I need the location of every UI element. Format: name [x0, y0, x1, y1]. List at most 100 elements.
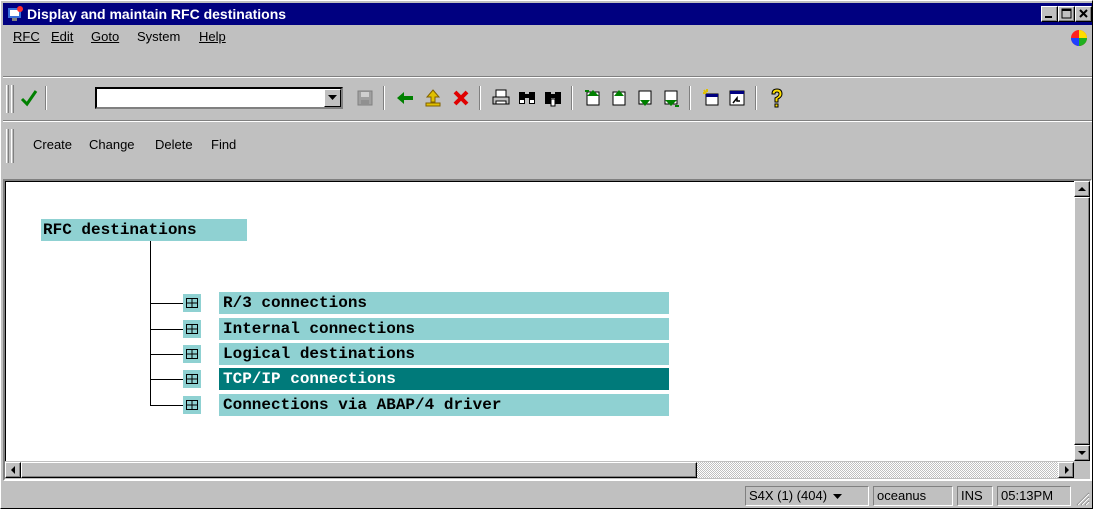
delete-button[interactable]: Delete: [155, 137, 193, 153]
tree-node-label: TCP/IP connections: [219, 368, 669, 390]
tree-connector-line: [150, 303, 183, 304]
cancel-icon: [453, 90, 469, 106]
command-field[interactable]: [95, 87, 343, 109]
change-button[interactable]: Change: [89, 137, 135, 153]
chevron-down-icon: [832, 494, 842, 499]
expand-plus-icon[interactable]: [183, 294, 201, 312]
maximize-button[interactable]: [1058, 6, 1075, 22]
resize-grip-icon[interactable]: [1076, 492, 1090, 506]
horizontal-scrollbar[interactable]: [5, 461, 1074, 479]
separator: [3, 76, 1092, 78]
system-info-text: S4X (1) (404): [749, 488, 828, 503]
enter-button[interactable]: [17, 86, 41, 110]
tree-node-internal-connections[interactable]: Internal connections: [183, 318, 669, 340]
create-session-icon: [703, 89, 719, 106]
vertical-scroll-thumb[interactable]: [1074, 197, 1090, 445]
system-info-field[interactable]: S4X (1) (404): [745, 486, 869, 506]
standard-toolbar: [3, 81, 1092, 117]
close-icon: [1079, 9, 1088, 18]
menu-edit[interactable]: Edit: [51, 29, 73, 45]
status-bar: S4X (1) (404) oceanus INS 05:13PM: [3, 484, 1092, 508]
enter-check-icon: [20, 90, 38, 107]
tree-node-label: R/3 connections: [219, 292, 669, 314]
exit-button[interactable]: [421, 86, 445, 110]
menu-edit-label: Edit: [51, 29, 74, 44]
time-field: 05:13PM: [997, 486, 1071, 506]
command-dropdown-button[interactable]: [324, 89, 341, 107]
previous-page-icon: [612, 90, 626, 106]
sap-window: Display and maintain RFC destinations RF…: [0, 0, 1093, 509]
create-button[interactable]: Create: [33, 137, 72, 153]
window-title: Display and maintain RFC destinations: [27, 6, 287, 22]
tree-root-node[interactable]: RFC destinations: [41, 219, 247, 241]
scroll-left-button[interactable]: [5, 462, 21, 478]
horizontal-scroll-thumb[interactable]: [21, 462, 697, 478]
print-button[interactable]: [489, 86, 513, 110]
toolbar-grip[interactable]: [6, 129, 9, 163]
tree-connector-line: [150, 405, 183, 406]
scroll-down-button[interactable]: [1074, 445, 1090, 461]
menu-goto[interactable]: Goto: [91, 29, 119, 45]
shortcut-button[interactable]: [725, 86, 749, 110]
find-button[interactable]: [515, 86, 539, 110]
arrow-up-icon: [1078, 186, 1086, 191]
application-toolbar: Create Change Delete Find: [3, 125, 1092, 165]
minimize-button[interactable]: [1041, 6, 1058, 22]
back-icon: [397, 92, 413, 104]
previous-page-button[interactable]: [607, 86, 631, 110]
tree-connector-line: [150, 379, 183, 380]
tree-connector-line: [150, 241, 151, 405]
menu-goto-label: Goto: [91, 29, 120, 44]
last-page-button[interactable]: [659, 86, 683, 110]
cancel-button[interactable]: [449, 86, 473, 110]
scroll-up-button[interactable]: [1074, 181, 1090, 197]
find-next-button[interactable]: [541, 86, 565, 110]
horizontal-scroll-track[interactable]: [697, 462, 1058, 478]
close-button[interactable]: [1075, 6, 1092, 22]
sap-status-logo-icon[interactable]: [1069, 28, 1089, 48]
command-input[interactable]: [97, 89, 321, 107]
find-next-icon: [545, 92, 561, 107]
chevron-down-icon: [328, 95, 337, 100]
insert-mode-field[interactable]: INS: [957, 486, 993, 506]
tree-node-logical-destinations[interactable]: Logical destinations: [183, 343, 669, 365]
title-bar[interactable]: Display and maintain RFC destinations: [3, 3, 1092, 25]
tree-node-tcpip-connections[interactable]: TCP/IP connections: [183, 368, 669, 390]
expand-plus-icon[interactable]: [183, 396, 201, 414]
save-button[interactable]: [353, 86, 377, 110]
menu-rfc[interactable]: RFC: [13, 29, 40, 45]
vertical-scrollbar[interactable]: [1074, 181, 1090, 461]
expand-plus-icon[interactable]: [183, 320, 201, 338]
first-page-button[interactable]: [581, 86, 605, 110]
menu-help-label: Help: [199, 29, 226, 44]
tree-node-abap4-driver-connections[interactable]: Connections via ABAP/4 driver: [183, 394, 669, 416]
find-function-button[interactable]: Find: [211, 137, 236, 153]
tree-node-r3-connections[interactable]: R/3 connections: [183, 292, 669, 314]
toolbar-grip[interactable]: [6, 85, 9, 113]
create-session-button[interactable]: [699, 86, 723, 110]
next-page-button[interactable]: [633, 86, 657, 110]
arrow-down-icon: [1078, 450, 1086, 455]
next-page-icon: [638, 90, 652, 106]
maximize-icon: [1061, 8, 1072, 19]
menu-system[interactable]: System: [137, 29, 180, 45]
expand-plus-icon[interactable]: [183, 370, 201, 388]
toolbar-separator: [45, 86, 47, 110]
sap-app-icon: [8, 6, 23, 21]
tree-node-label: Connections via ABAP/4 driver: [219, 394, 669, 416]
server-field: oceanus: [873, 486, 953, 506]
tree-container: RFC destinations R/3 connections Interna…: [3, 179, 1092, 481]
toolbar-grip: [11, 129, 14, 163]
expand-plus-icon[interactable]: [183, 345, 201, 363]
print-icon: [492, 89, 510, 105]
arrow-left-icon: [10, 466, 15, 474]
menu-help[interactable]: Help: [199, 29, 226, 45]
back-button[interactable]: [393, 86, 417, 110]
first-page-icon: [585, 90, 600, 106]
help-button[interactable]: [765, 86, 789, 110]
menu-bar: RFC Edit Goto System Help: [3, 26, 1092, 48]
arrow-right-icon: [1064, 466, 1069, 474]
tree-node-label: Internal connections: [219, 318, 669, 340]
find-icon: [519, 92, 535, 104]
scroll-right-button[interactable]: [1058, 462, 1074, 478]
